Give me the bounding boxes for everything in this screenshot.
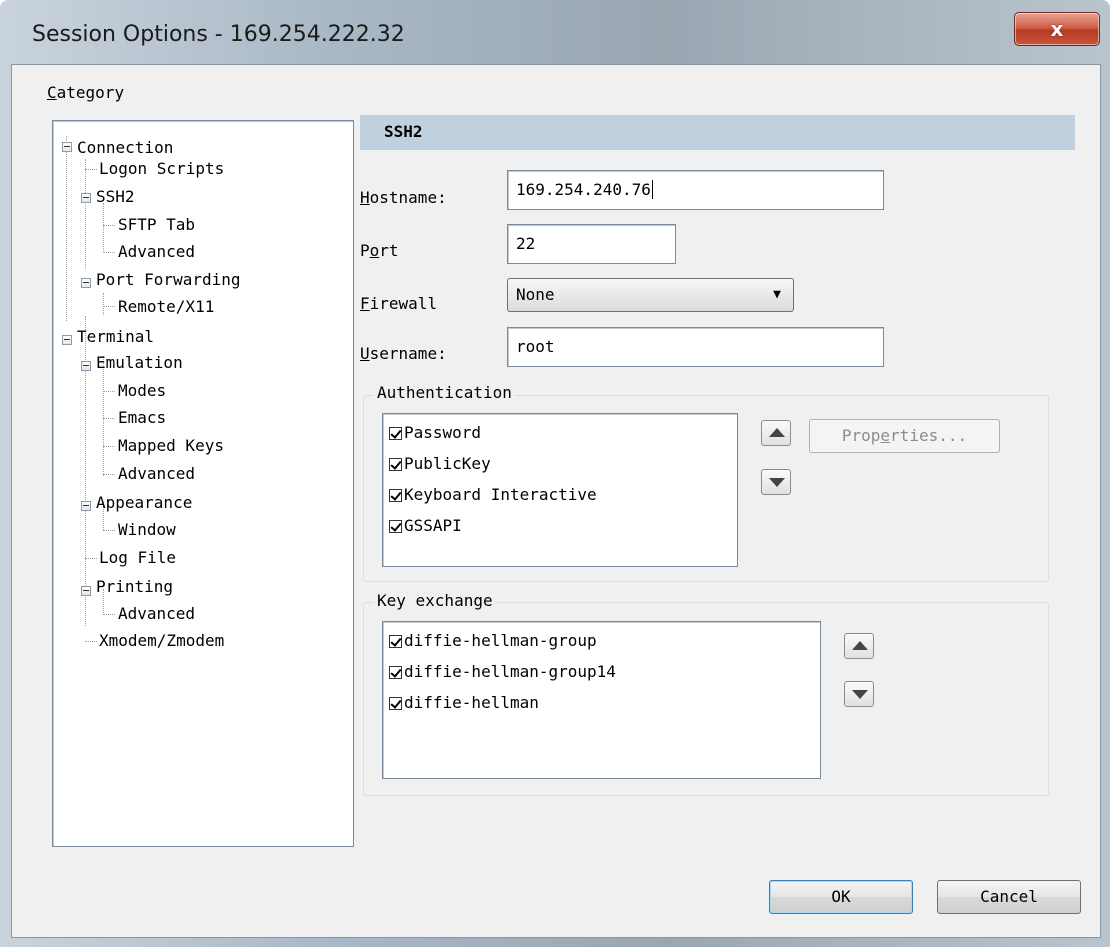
tree-line (103, 252, 115, 253)
tree-line (103, 530, 115, 531)
tree-line (85, 558, 97, 559)
tree-item-sftp-tab[interactable]: SFTP Tab (118, 215, 195, 235)
tree-item-emulation[interactable]: Emulation (96, 353, 183, 373)
tree-line (103, 391, 115, 392)
tree-item-printing-advanced[interactable]: Advanced (118, 604, 195, 624)
dialog-client-area: Category Connection Logon Scripts SSH2 S… (11, 64, 1101, 938)
expander-icon[interactable] (81, 361, 91, 371)
tree-item-port-forwarding[interactable]: Port Forwarding (96, 270, 241, 290)
close-icon: x (1050, 17, 1064, 41)
kex-move-up-button[interactable] (844, 633, 874, 659)
tree-item-log-file[interactable]: Log File (99, 548, 176, 568)
firewall-value: None (516, 285, 555, 304)
firewall-label: Firewall (360, 294, 438, 313)
tree-item-modes[interactable]: Modes (118, 381, 166, 401)
key-exchange-list[interactable]: diffie-hellman-group diffie-hellman-grou… (382, 621, 821, 779)
dropdown-arrow-icon: ▼ (773, 287, 781, 302)
tree-line (85, 641, 97, 642)
kex-item-dh-group14[interactable]: diffie-hellman-group14 (389, 661, 616, 683)
cancel-button[interactable]: Cancel (937, 880, 1081, 914)
close-button[interactable]: x (1014, 12, 1100, 46)
session-options-window: Session Options - 169.254.222.32 x Categ… (0, 0, 1110, 947)
tree-item-terminal[interactable]: Terminal (77, 327, 154, 347)
checkbox-checked-icon[interactable] (389, 635, 402, 648)
tree-item-window[interactable]: Window (118, 520, 176, 540)
tree-item-appearance[interactable]: Appearance (96, 493, 192, 513)
hostname-value: 169.254.240.76 (516, 180, 651, 199)
tree-item-connection[interactable]: Connection (77, 138, 173, 158)
auth-item-keyboard-interactive[interactable]: Keyboard Interactive (389, 484, 597, 506)
ok-button[interactable]: OK (769, 880, 913, 914)
expander-icon[interactable] (81, 193, 91, 203)
tree-line (103, 474, 115, 475)
checkbox-checked-icon[interactable] (389, 458, 402, 471)
hostname-input[interactable]: 169.254.240.76 (507, 170, 884, 210)
window-title: Session Options - 169.254.222.32 (32, 22, 405, 47)
username-input[interactable]: root (507, 327, 884, 367)
port-label: Port (360, 241, 399, 260)
tree-item-xmodem-zmodem[interactable]: Xmodem/Zmodem (99, 631, 224, 651)
key-exchange-title: Key exchange (374, 591, 496, 610)
kex-item-dh-group[interactable]: diffie-hellman-group (389, 630, 597, 652)
tree-item-ssh2-advanced[interactable]: Advanced (118, 242, 195, 262)
username-label: Username: (360, 344, 447, 363)
tree-line (103, 418, 115, 419)
expander-icon[interactable] (81, 586, 91, 596)
tree-item-ssh2[interactable]: SSH2 (96, 187, 135, 207)
section-header (360, 115, 1075, 150)
checkbox-checked-icon[interactable] (389, 520, 402, 533)
tree-line (103, 356, 104, 476)
checkbox-checked-icon[interactable] (389, 666, 402, 679)
tree-item-remote-x11[interactable]: Remote/X11 (118, 297, 214, 317)
hostname-label: Hostname: (360, 188, 447, 207)
category-label: Category (47, 83, 125, 102)
expander-icon[interactable] (81, 501, 91, 511)
auth-move-down-button[interactable] (761, 469, 791, 495)
tree-item-emulation-advanced[interactable]: Advanced (118, 464, 195, 484)
tree-item-mapped-keys[interactable]: Mapped Keys (118, 436, 224, 456)
kex-move-down-button[interactable] (844, 681, 874, 707)
auth-item-gssapi[interactable]: GSSAPI (389, 515, 462, 537)
text-cursor (651, 180, 653, 199)
checkbox-checked-icon[interactable] (389, 489, 402, 502)
tree-line (103, 446, 115, 447)
tree-line (103, 614, 115, 615)
authentication-list[interactable]: Password PublicKey Keyboard Interactive … (382, 413, 738, 567)
category-tree[interactable]: Connection Logon Scripts SSH2 SFTP Tab A… (52, 120, 354, 847)
section-title: SSH2 (384, 122, 423, 141)
checkbox-checked-icon[interactable] (389, 427, 402, 440)
title-bar[interactable]: Session Options - 169.254.222.32 x (0, 0, 1110, 58)
firewall-select[interactable]: None ▼ (507, 278, 794, 312)
arrow-down-icon (769, 478, 785, 487)
kex-item-dh[interactable]: diffie-hellman (389, 692, 539, 714)
checkbox-checked-icon[interactable] (389, 697, 402, 710)
expander-icon[interactable] (62, 142, 72, 152)
tree-item-printing[interactable]: Printing (96, 577, 173, 597)
authentication-title: Authentication (374, 383, 515, 402)
auth-item-password[interactable]: Password (389, 422, 481, 444)
port-input[interactable]: 22 (507, 224, 676, 264)
arrow-up-icon (852, 641, 868, 650)
tree-line (85, 169, 97, 170)
tree-line (103, 225, 115, 226)
tree-line (103, 306, 115, 307)
tree-item-emacs[interactable]: Emacs (118, 408, 166, 428)
properties-button[interactable]: Properties... (809, 419, 1000, 453)
tree-line (103, 293, 104, 315)
auth-item-publickey[interactable]: PublicKey (389, 453, 491, 475)
tree-line (66, 136, 67, 321)
tree-line (103, 203, 104, 251)
expander-icon[interactable] (62, 335, 72, 345)
tree-line (85, 159, 86, 269)
expander-icon[interactable] (81, 278, 91, 288)
auth-move-up-button[interactable] (761, 420, 791, 446)
tree-item-logon-scripts[interactable]: Logon Scripts (99, 159, 224, 179)
arrow-down-icon (852, 690, 868, 699)
arrow-up-icon (769, 428, 785, 437)
